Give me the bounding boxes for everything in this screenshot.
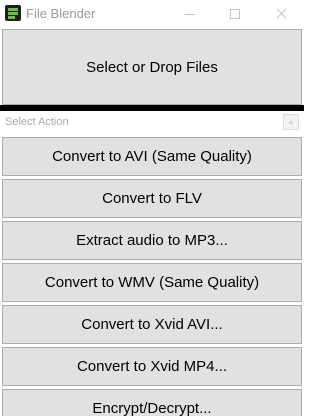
app-icon-stripe	[8, 8, 18, 11]
minimize-button[interactable]	[166, 0, 212, 28]
action-list: Convert to AVI (Same Quality) Convert to…	[2, 137, 302, 416]
convert-to-xvid-mp4-button[interactable]: Convert to Xvid MP4...	[2, 347, 302, 386]
action-label: Encrypt/Decrypt...	[92, 400, 212, 416]
window-title: File Blender	[26, 6, 96, 21]
collapse-button[interactable]: «	[283, 114, 299, 130]
app-icon-stripe	[8, 12, 18, 15]
action-label: Convert to AVI (Same Quality)	[52, 148, 252, 165]
convert-to-wmv-button[interactable]: Convert to WMV (Same Quality)	[2, 263, 302, 302]
section-title: Select Action	[5, 116, 69, 128]
action-label: Convert to Xvid AVI...	[81, 316, 223, 333]
convert-to-avi-button[interactable]: Convert to AVI (Same Quality)	[2, 137, 302, 176]
convert-to-flv-button[interactable]: Convert to FLV	[2, 179, 302, 218]
select-action-header: Select Action «	[0, 111, 304, 134]
title-bar[interactable]: File Blender	[0, 0, 304, 28]
action-label: Convert to FLV	[102, 190, 202, 207]
extract-audio-mp3-button[interactable]: Extract audio to MP3...	[2, 221, 302, 260]
action-label: Convert to Xvid MP4...	[76, 358, 228, 375]
app-window: File Blender Select or Drop Files Select…	[0, 0, 304, 416]
maximize-button[interactable]	[212, 0, 258, 28]
select-or-drop-files-button[interactable]: Select or Drop Files	[2, 29, 302, 105]
double-chevron-icon: «	[288, 117, 294, 127]
action-label: Extract audio to MP3...	[76, 232, 228, 249]
app-icon-stripe	[8, 16, 15, 19]
app-icon	[5, 5, 21, 21]
action-label: Convert to WMV (Same Quality)	[44, 274, 260, 291]
convert-to-xvid-avi-button[interactable]: Convert to Xvid AVI...	[2, 305, 302, 344]
encrypt-decrypt-button[interactable]: Encrypt/Decrypt...	[2, 389, 302, 416]
drop-zone-label: Select or Drop Files	[86, 58, 218, 76]
close-button[interactable]	[258, 0, 304, 28]
